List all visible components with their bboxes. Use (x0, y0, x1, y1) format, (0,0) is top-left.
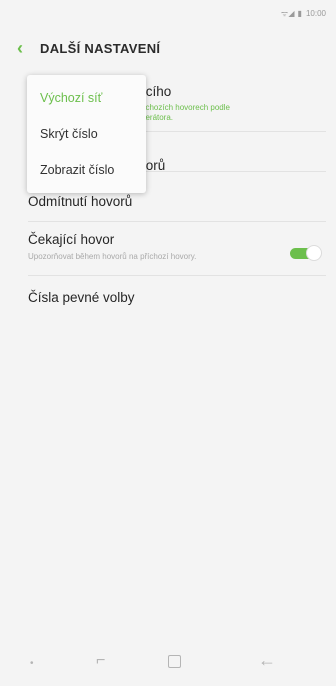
back-icon[interactable]: ← (258, 650, 276, 671)
popup-option-show-number[interactable]: Zobrazit číslo (40, 163, 114, 177)
setting-row-fixed-dialing[interactable]: Čísla pevné volby (28, 284, 326, 320)
app-header: ‹ DALŠÍ NASTAVENÍ (0, 30, 336, 66)
back-arrow-icon[interactable]: ‹ (0, 30, 40, 66)
setting-subtitle: Upozorňovat během hovorů na příchozí hov… (28, 252, 197, 261)
nav-dot-icon[interactable]: • (30, 658, 34, 669)
setting-title: Odmítnutí hovorů (28, 194, 133, 209)
setting-title: Čekající hovor (28, 232, 115, 247)
popup-option-hide-number[interactable]: Skrýt číslo (40, 127, 98, 141)
status-bar: ᯤ ◢ ▮ 10:00 (0, 0, 336, 26)
setting-title: Čísla pevné volby (28, 290, 135, 305)
setting-row-call-waiting[interactable]: Čekající hovor Upozorňovat během hovorů … (28, 228, 326, 276)
page-title: DALŠÍ NASTAVENÍ (40, 40, 161, 56)
call-waiting-toggle[interactable] (290, 245, 322, 261)
recent-apps-icon[interactable]: ⌐ (96, 652, 105, 670)
navigation-bar: • ⌐ ← (0, 640, 336, 686)
setting-subtitle: dchozích hovorech podle perátora. (141, 103, 230, 122)
setting-row-call-barring[interactable]: Odmítnutí hovorů (28, 190, 326, 222)
status-time: 10:00 (305, 8, 326, 18)
toggle-knob (306, 245, 322, 261)
caller-id-popup-menu: Výchozí síť Skrýt číslo Zobrazit číslo (27, 75, 146, 193)
battery-icon: ▮ (297, 8, 302, 18)
signal-icon: ᯤ ◢ (280, 8, 295, 18)
home-icon[interactable] (168, 655, 181, 668)
popup-option-default-network[interactable]: Výchozí síť (40, 91, 102, 105)
